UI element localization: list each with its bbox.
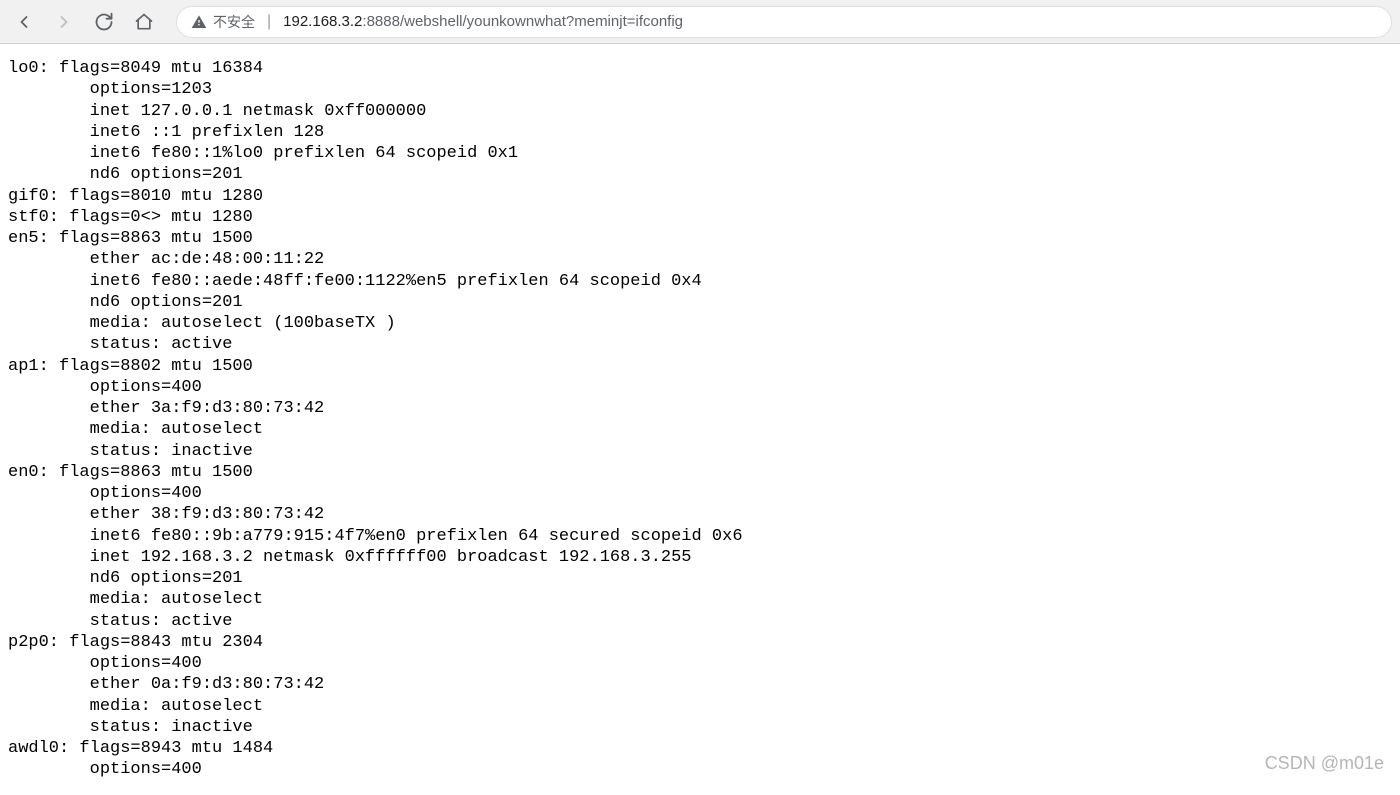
forward-button[interactable] (48, 6, 80, 38)
terminal-output: lo0: flags=8049 mtu 16384 options=1203 i… (0, 44, 1400, 795)
security-badge: 不安全 (191, 12, 255, 32)
warning-icon (191, 14, 207, 30)
home-button[interactable] (128, 6, 160, 38)
url-text: 192.168.3.2:8888/webshell/younkownwhat?m… (283, 13, 683, 30)
url-host: 192.168.3.2 (283, 13, 362, 30)
url-port: :8888 (362, 13, 400, 30)
back-button[interactable] (8, 6, 40, 38)
security-label: 不安全 (213, 12, 255, 32)
reload-button[interactable] (88, 6, 120, 38)
browser-toolbar: 不安全 | 192.168.3.2:8888/webshell/younkown… (0, 0, 1400, 44)
address-divider: | (267, 13, 271, 31)
url-path: /webshell/younkownwhat?meminjt=ifconfig (400, 13, 683, 30)
address-bar[interactable]: 不安全 | 192.168.3.2:8888/webshell/younkown… (176, 6, 1392, 38)
